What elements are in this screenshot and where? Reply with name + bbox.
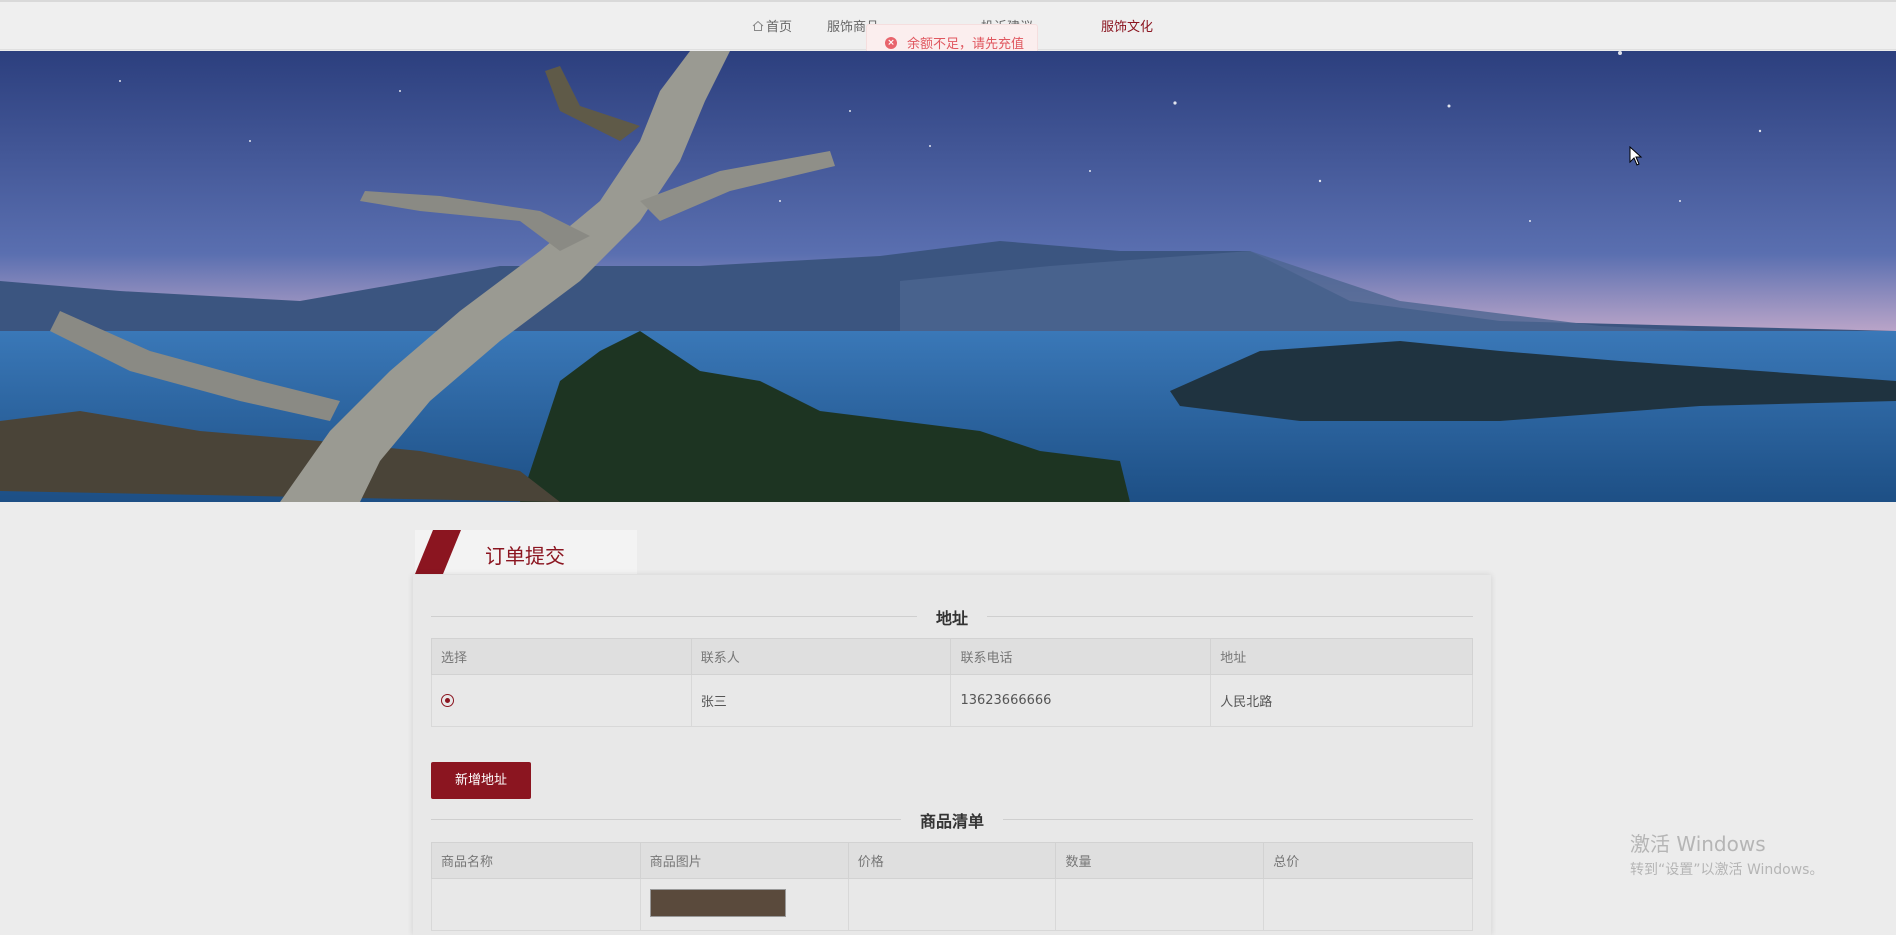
hero-banner — [0, 51, 1896, 502]
add-address-button[interactable]: 新增地址 — [431, 762, 531, 799]
table-row — [431, 878, 1473, 931]
table-header-row: 商品名称 商品图片 价格 数量 总价 — [431, 842, 1473, 879]
page-title: 订单提交 — [485, 544, 565, 568]
error-circle-icon: × — [885, 36, 897, 49]
header-accent-shape — [415, 530, 461, 574]
contact-cell: 张三 — [690, 674, 952, 727]
column-header: 价格 — [847, 842, 1057, 879]
windows-activation-watermark: 激活 Windows 转到“设置”以激活 Windows。 — [1630, 828, 1823, 879]
product-name-cell — [431, 878, 641, 931]
nav-item-home[interactable]: 首页 — [752, 16, 792, 35]
product-table: 商品名称 商品图片 价格 数量 总价 — [431, 842, 1473, 931]
price-cell — [847, 878, 1057, 931]
column-header: 联系人 — [690, 638, 952, 675]
home-icon — [752, 20, 764, 31]
table-row: 张三 13623666666 人民北路 — [431, 674, 1473, 727]
column-header: 商品名称 — [431, 842, 641, 879]
quantity-cell — [1055, 878, 1265, 931]
divider-line — [1003, 819, 1473, 820]
nav-item-culture[interactable]: 服饰文化 — [1101, 16, 1153, 35]
column-header: 联系电话 — [950, 638, 1212, 675]
watermark-line1: 激活 Windows — [1630, 832, 1766, 856]
column-header: 数量 — [1055, 842, 1265, 879]
product-image-cell — [639, 878, 849, 931]
address-section-header: 地址 — [431, 605, 1473, 628]
address-radio-button[interactable] — [441, 694, 454, 707]
column-header: 总价 — [1263, 842, 1473, 879]
watermark-line2: 转到“设置”以激活 Windows。 — [1630, 862, 1824, 878]
product-section-title: 商品清单 — [919, 812, 984, 831]
landscape-image — [0, 51, 1896, 502]
address-cell: 人民北路 — [1210, 674, 1473, 727]
column-header: 地址 — [1210, 638, 1473, 675]
column-header: 选择 — [431, 638, 692, 675]
product-thumbnail[interactable] — [649, 889, 786, 917]
table-header-row: 选择 联系人 联系电话 地址 — [431, 638, 1473, 675]
order-card: 地址 选择 联系人 联系电话 地址 张三 13623666666 人民北路 新增… — [413, 575, 1491, 935]
order-submit-header: 订单提交 — [415, 530, 637, 574]
mouse-cursor-icon — [1629, 146, 1643, 166]
phone-cell: 13623666666 — [950, 674, 1212, 727]
nav-item-label: 首页 — [766, 20, 793, 35]
product-section-header: 商品清单 — [431, 808, 1473, 831]
address-table: 选择 联系人 联系电话 地址 张三 13623666666 人民北路 — [431, 638, 1473, 727]
select-cell — [431, 674, 692, 727]
total-cell — [1263, 878, 1473, 931]
address-section-title: 地址 — [935, 609, 968, 628]
toast-message: 余额不足，请先充值 — [907, 37, 1025, 52]
column-header: 商品图片 — [639, 842, 849, 879]
divider-line — [987, 616, 1473, 617]
